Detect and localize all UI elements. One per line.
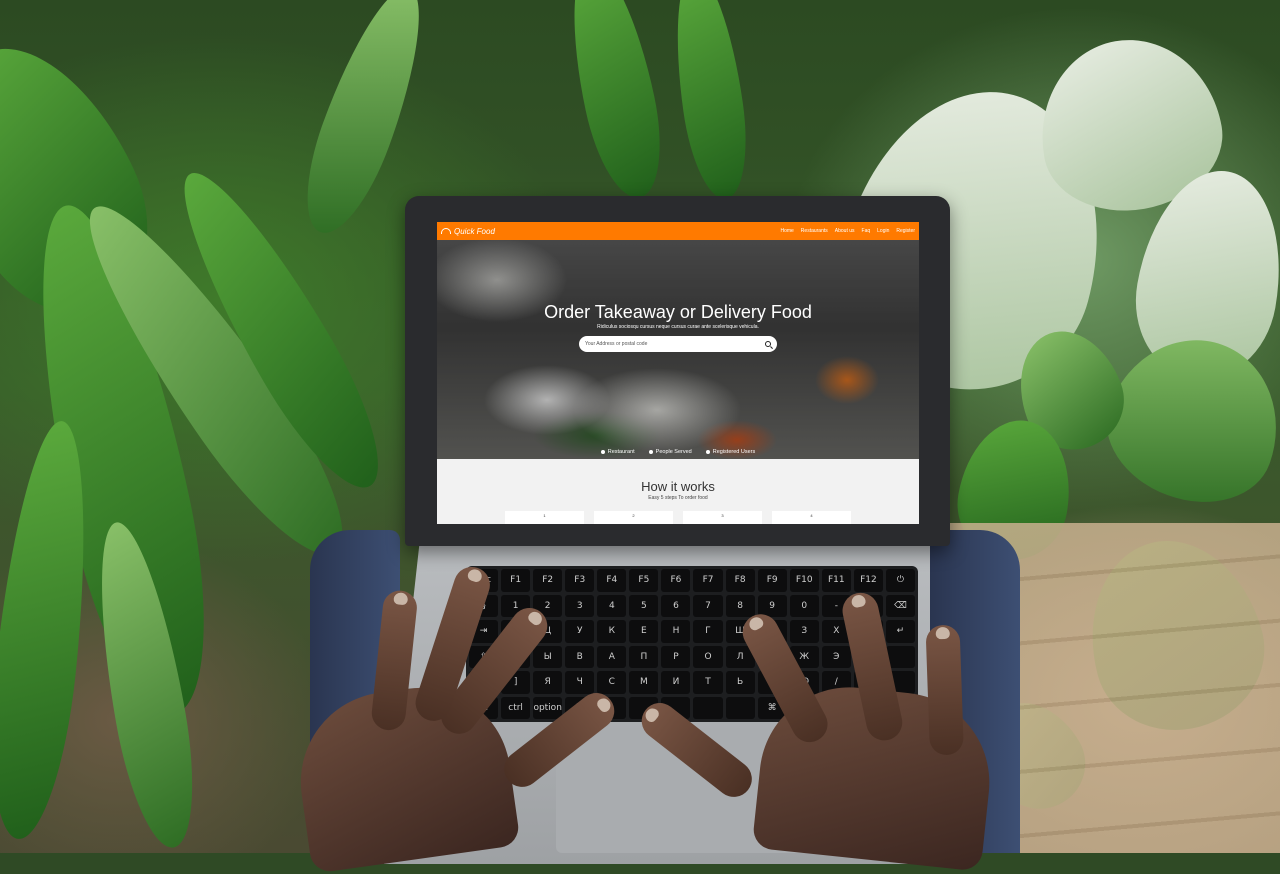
- keyboard-key[interactable]: Ь: [725, 671, 755, 694]
- keyboard-key[interactable]: П: [629, 645, 659, 668]
- keyboard-key[interactable]: З: [789, 620, 819, 643]
- people-icon: [648, 450, 653, 454]
- nail: [850, 593, 867, 609]
- keyboard-key[interactable]: 8: [725, 594, 755, 617]
- keyboard-key[interactable]: Ч: [565, 671, 595, 694]
- cloche-icon: [441, 228, 451, 234]
- hero-subtitle: Ridiculus sociosqu cursus neque cursus c…: [597, 324, 759, 330]
- nail: [935, 626, 950, 640]
- keyboard-key[interactable]: 5: [629, 594, 659, 617]
- keyboard-key[interactable]: F8: [725, 569, 755, 592]
- plant-leaf: [664, 0, 756, 204]
- step-card: 3: [683, 511, 762, 524]
- keyboard-key[interactable]: F10: [789, 569, 819, 592]
- keyboard-key[interactable]: F9: [757, 569, 787, 592]
- keyboard-key[interactable]: У: [565, 620, 595, 643]
- keyboard-key[interactable]: О: [693, 645, 723, 668]
- keyboard-key[interactable]: 0: [789, 594, 819, 617]
- keyboard-key[interactable]: Я: [533, 671, 563, 694]
- hero-title: Order Takeaway or Delivery Food: [544, 302, 812, 322]
- site-navbar: Quick Food Home Restaurants About us Faq…: [437, 222, 919, 240]
- keyboard-key[interactable]: F1: [501, 569, 531, 592]
- nav-links: Home Restaurants About us Faq Login Regi…: [780, 228, 915, 234]
- stat-people-served: People Served: [648, 449, 692, 455]
- nav-home[interactable]: Home: [780, 228, 793, 234]
- keyboard-key[interactable]: ⌫: [885, 594, 915, 617]
- keyboard-key[interactable]: ↵: [885, 620, 915, 643]
- keyboard-key[interactable]: option: [533, 696, 563, 719]
- keyboard-key[interactable]: 4: [597, 594, 627, 617]
- laptop-screen: Quick Food Home Restaurants About us Faq…: [437, 222, 919, 524]
- keyboard-key[interactable]: Н: [661, 620, 691, 643]
- keyboard-key[interactable]: F2: [533, 569, 563, 592]
- keyboard-key[interactable]: ctrl: [501, 696, 531, 719]
- nav-faq[interactable]: Faq: [862, 228, 871, 234]
- keyboard-key[interactable]: F3: [565, 569, 595, 592]
- keyboard-key[interactable]: Т: [693, 671, 723, 694]
- search-placeholder[interactable]: Your Address or postal code: [585, 341, 765, 347]
- stat-restaurant: Restaurant: [600, 449, 635, 455]
- plant-leaf: [555, 0, 675, 205]
- keyboard-key[interactable]: Э: [821, 645, 851, 668]
- keyboard-key[interactable]: К: [597, 620, 627, 643]
- nail: [747, 614, 766, 633]
- brand[interactable]: Quick Food: [441, 227, 495, 236]
- stat-registered-users: Registered Users: [705, 449, 756, 455]
- keyboard-key[interactable]: И: [661, 671, 691, 694]
- step-card: 4: [772, 511, 851, 524]
- keyboard-key[interactable]: F7: [693, 569, 723, 592]
- keyboard-key[interactable]: F4: [597, 569, 627, 592]
- keyboard-key[interactable]: F6: [661, 569, 691, 592]
- keyboard-key[interactable]: F11: [821, 569, 851, 592]
- hero-banner: Order Takeaway or Delivery Food Ridiculu…: [437, 240, 919, 459]
- keyboard-key[interactable]: 6: [661, 594, 691, 617]
- nail: [466, 567, 484, 584]
- step-card: 2: [594, 511, 673, 524]
- nail: [642, 705, 661, 725]
- nail: [393, 592, 409, 606]
- keyboard-key[interactable]: М: [629, 671, 659, 694]
- nav-register[interactable]: Register: [896, 228, 915, 234]
- right-ring-finger: [925, 624, 964, 756]
- user-icon: [705, 450, 710, 454]
- keyboard-key[interactable]: ⏻: [885, 569, 915, 592]
- restaurant-icon: [600, 450, 605, 454]
- how-it-works-section: How it works Easy 5 steps To order food …: [437, 459, 919, 524]
- address-search-field[interactable]: Your Address or postal code: [579, 336, 777, 352]
- nav-about[interactable]: About us: [835, 228, 855, 234]
- keyboard-key[interactable]: Е: [629, 620, 659, 643]
- how-it-works-title: How it works: [641, 479, 715, 494]
- keyboard-key[interactable]: [725, 696, 755, 719]
- how-it-works-subtitle: Easy 5 steps To order food: [648, 495, 708, 501]
- stat-label: People Served: [655, 449, 692, 455]
- nav-login[interactable]: Login: [877, 228, 889, 234]
- keyboard-key[interactable]: F5: [629, 569, 659, 592]
- nav-restaurants[interactable]: Restaurants: [801, 228, 828, 234]
- keyboard-key[interactable]: Ы: [533, 645, 563, 668]
- search-icon[interactable]: [765, 341, 771, 347]
- brand-name: Quick Food: [454, 226, 495, 236]
- keyboard-key[interactable]: [693, 696, 723, 719]
- steps-row: 1 2 3 4: [505, 511, 851, 524]
- keyboard-key[interactable]: F12: [853, 569, 883, 592]
- keyboard-key[interactable]: Г: [693, 620, 723, 643]
- hero-stats: Restaurant People Served Registered User…: [437, 449, 919, 455]
- keyboard-key[interactable]: 3: [565, 594, 595, 617]
- keyboard-key[interactable]: 7: [693, 594, 723, 617]
- keyboard-key[interactable]: Р: [661, 645, 691, 668]
- stat-label: Registered Users: [712, 449, 756, 455]
- step-card: 1: [505, 511, 584, 524]
- keyboard-key[interactable]: В: [565, 645, 595, 668]
- keyboard-key[interactable]: А: [597, 645, 627, 668]
- stat-label: Restaurant: [607, 449, 635, 455]
- keyboard-key[interactable]: С: [597, 671, 627, 694]
